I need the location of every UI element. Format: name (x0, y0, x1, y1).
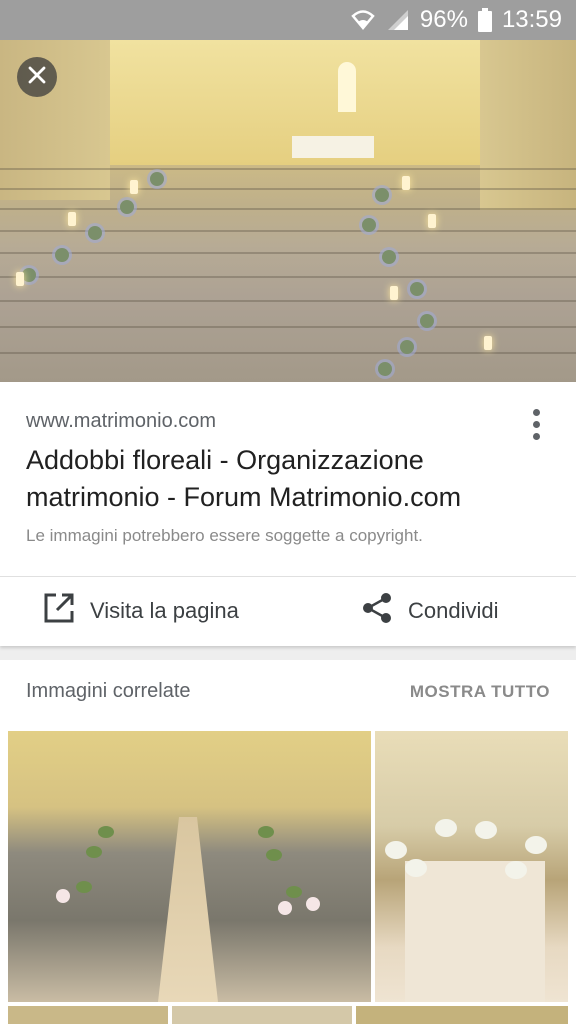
close-icon (27, 65, 47, 90)
preview-image[interactable] (0, 40, 576, 382)
share-label: Condividi (408, 598, 499, 623)
source-domain[interactable]: www.matrimonio.com (26, 410, 216, 433)
status-bar: 96% 13:59 (0, 0, 576, 40)
page-title[interactable]: Addobbi floreali - Organizzazione matrim… (26, 442, 546, 516)
copyright-notice: Le immagini potrebbero essere soggette a… (26, 526, 423, 545)
wifi-icon (350, 8, 376, 32)
more-vert-icon (532, 408, 540, 416)
related-image-thumbnail[interactable] (172, 1006, 352, 1024)
share-button[interactable]: Condividi (360, 578, 499, 644)
open-in-new-icon (42, 591, 76, 631)
close-button[interactable] (17, 57, 57, 97)
divider (0, 576, 576, 577)
related-images-section: Immagini correlate MOSTRA TUTTO (0, 660, 576, 1024)
related-heading: Immagini correlate (26, 680, 191, 702)
share-icon (360, 591, 394, 631)
visit-page-button[interactable]: Visita la pagina (42, 578, 239, 644)
clock: 13:59 (501, 6, 562, 33)
related-image-thumbnail[interactable] (375, 731, 568, 1002)
more-options-button[interactable] (522, 404, 550, 444)
image-info-card: www.matrimonio.com Addobbi floreali - Or… (0, 382, 576, 646)
battery-percent: 96% (419, 6, 468, 33)
battery-icon (477, 8, 492, 32)
status-icons: 96% 13:59 (350, 0, 562, 40)
related-image-thumbnail[interactable] (356, 1006, 568, 1024)
signal-icon (386, 8, 410, 32)
related-image-thumbnail[interactable] (8, 731, 371, 1002)
visit-page-label: Visita la pagina (90, 598, 239, 623)
related-image-thumbnail[interactable] (8, 1006, 168, 1024)
show-all-button[interactable]: MOSTRA TUTTO (410, 682, 550, 702)
